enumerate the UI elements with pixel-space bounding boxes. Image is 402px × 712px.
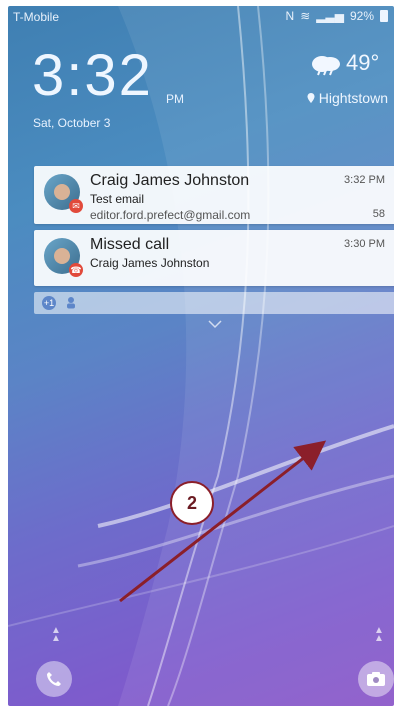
battery-icon bbox=[380, 10, 388, 22]
cloud-rain-icon bbox=[312, 56, 340, 76]
mail-icon: ✉ bbox=[69, 199, 83, 213]
notification-title: Missed call bbox=[90, 236, 170, 253]
swipe-up-cue-left-icon: ▲ ▲ bbox=[51, 625, 61, 644]
notification-email[interactable]: ✉ Craig James Johnston Test email editor… bbox=[34, 166, 394, 224]
avatar-face bbox=[54, 184, 70, 200]
status-bar: T-Mobile N ≋ ▂▃▅ 92% bbox=[8, 6, 394, 28]
notification-time: 3:32 PM bbox=[344, 174, 385, 186]
people-icon bbox=[67, 297, 75, 309]
chevron-down-icon[interactable] bbox=[208, 319, 222, 329]
avatar: ☎ bbox=[44, 238, 83, 277]
weather-location: Hightstown bbox=[307, 90, 388, 106]
notification-count: 58 bbox=[372, 208, 385, 220]
nfc-icon: N bbox=[285, 9, 295, 23]
swipe-up-cue-right-icon: ▲ ▲ bbox=[374, 625, 384, 644]
phone-frame: T-Mobile N ≋ ▂▃▅ 92% 3:32 PM Sat, Octobe… bbox=[0, 0, 402, 712]
step-number-badge: 2 bbox=[170, 481, 214, 525]
lock-screen[interactable]: T-Mobile N ≋ ▂▃▅ 92% 3:32 PM Sat, Octobe… bbox=[8, 6, 394, 706]
status-icons: N ≋ ▂▃▅ 92% bbox=[286, 9, 388, 23]
location-pin-icon bbox=[307, 93, 315, 103]
weather-temp: 49° bbox=[346, 50, 380, 75]
lock-date: Sat, October 3 bbox=[33, 116, 111, 130]
phone-icon bbox=[47, 672, 61, 686]
carrier-name: T-Mobile bbox=[13, 10, 60, 24]
notification-title: Craig James Johnston bbox=[90, 172, 250, 189]
signal-icon: ▂▃▅ bbox=[316, 9, 344, 23]
phone-shortcut-button[interactable] bbox=[36, 661, 72, 697]
wallpaper-wave bbox=[8, 6, 394, 706]
avatar-face bbox=[54, 248, 70, 264]
plus-one-icon: +1 bbox=[42, 296, 56, 310]
camera-shortcut-button[interactable] bbox=[358, 661, 394, 697]
camera-icon bbox=[367, 672, 385, 686]
notification-subject: Test email bbox=[90, 192, 145, 206]
missed-call-icon: ☎ bbox=[69, 263, 83, 277]
notification-missed-call[interactable]: ☎ Missed call Craig James Johnston 3:30 … bbox=[34, 230, 394, 286]
wifi-icon: ≋ bbox=[300, 9, 311, 23]
avatar: ✉ bbox=[44, 174, 83, 213]
notification-subtitle: Craig James Johnston bbox=[90, 256, 210, 270]
notification-detail: editor.ford.prefect@gmail.com bbox=[90, 208, 251, 222]
location-label: Hightstown bbox=[318, 90, 388, 106]
quick-notification-bar[interactable]: +1 bbox=[34, 292, 394, 314]
battery-percent: 92% bbox=[349, 9, 374, 23]
notification-time: 3:30 PM bbox=[344, 238, 385, 250]
lock-ampm: PM bbox=[166, 92, 184, 106]
lock-time: 3:32 bbox=[32, 43, 153, 108]
